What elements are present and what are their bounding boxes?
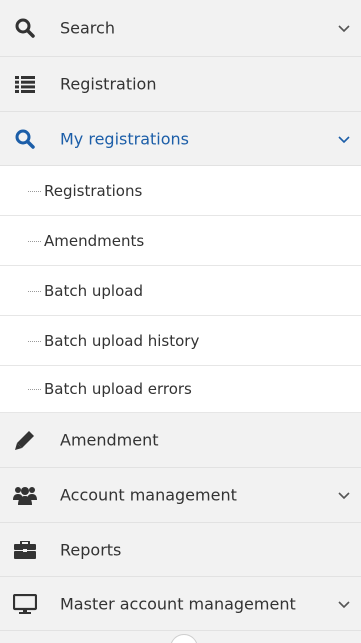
submenu-item-label: Amendments: [44, 231, 145, 250]
submenu-item-label: Batch upload errors: [44, 380, 192, 398]
briefcase-icon: [13, 539, 37, 561]
chevron-down-icon[interactable]: [337, 23, 351, 33]
my-registrations-submenu: Registrations Amendments Batch upload Ba…: [0, 166, 361, 413]
users-icon: [13, 484, 37, 506]
tree-branch: [28, 290, 41, 292]
submenu-item-amendments[interactable]: Amendments: [0, 216, 361, 266]
menu-item-master-account-management[interactable]: Master account management: [0, 577, 361, 631]
search-icon: [13, 128, 37, 150]
submenu-item-batch-upload-errors[interactable]: Batch upload errors: [0, 366, 361, 413]
search-icon: [13, 17, 37, 39]
tree-branch: [28, 190, 41, 192]
menu-item-amendment-label: Amendment: [60, 430, 159, 450]
menu-item-master-account-management-label: Master account management: [60, 594, 296, 613]
tree-branch: [28, 340, 41, 342]
chevron-down-icon[interactable]: [337, 490, 351, 500]
submenu-item-registrations[interactable]: Registrations: [0, 166, 361, 216]
menu-item-reports-label: Reports: [60, 540, 122, 559]
menu-item-search-label: Search: [60, 18, 115, 38]
chevron-down-icon[interactable]: [337, 599, 351, 609]
menu-item-my-registrations[interactable]: My registrations: [0, 112, 361, 166]
tree-branch: [28, 240, 41, 242]
menu-item-my-registrations-label: My registrations: [60, 129, 190, 148]
menu-item-registration-label: Registration: [60, 74, 157, 94]
submenu-item-batch-upload[interactable]: Batch upload: [0, 266, 361, 316]
pencil-icon: [13, 429, 37, 451]
sidebar-nav: Search Registration My registrations Reg…: [0, 0, 361, 643]
submenu-item-label: Batch upload: [44, 281, 143, 300]
chevron-down-icon[interactable]: [337, 134, 351, 144]
monitor-icon: [13, 593, 37, 615]
menu-item-registration[interactable]: Registration: [0, 57, 361, 112]
menu-item-reports[interactable]: Reports: [0, 523, 361, 577]
submenu-item-batch-upload-history[interactable]: Batch upload history: [0, 316, 361, 366]
tree-branch: [28, 389, 41, 390]
menu-item-search[interactable]: Search: [0, 0, 361, 57]
submenu-item-label: Batch upload history: [44, 331, 200, 350]
list-icon: [13, 73, 37, 95]
submenu-item-label: Registrations: [44, 181, 143, 200]
menu-item-account-management[interactable]: Account management: [0, 468, 361, 523]
menu-item-account-management-label: Account management: [60, 485, 237, 505]
menu-item-amendment[interactable]: Amendment: [0, 413, 361, 468]
